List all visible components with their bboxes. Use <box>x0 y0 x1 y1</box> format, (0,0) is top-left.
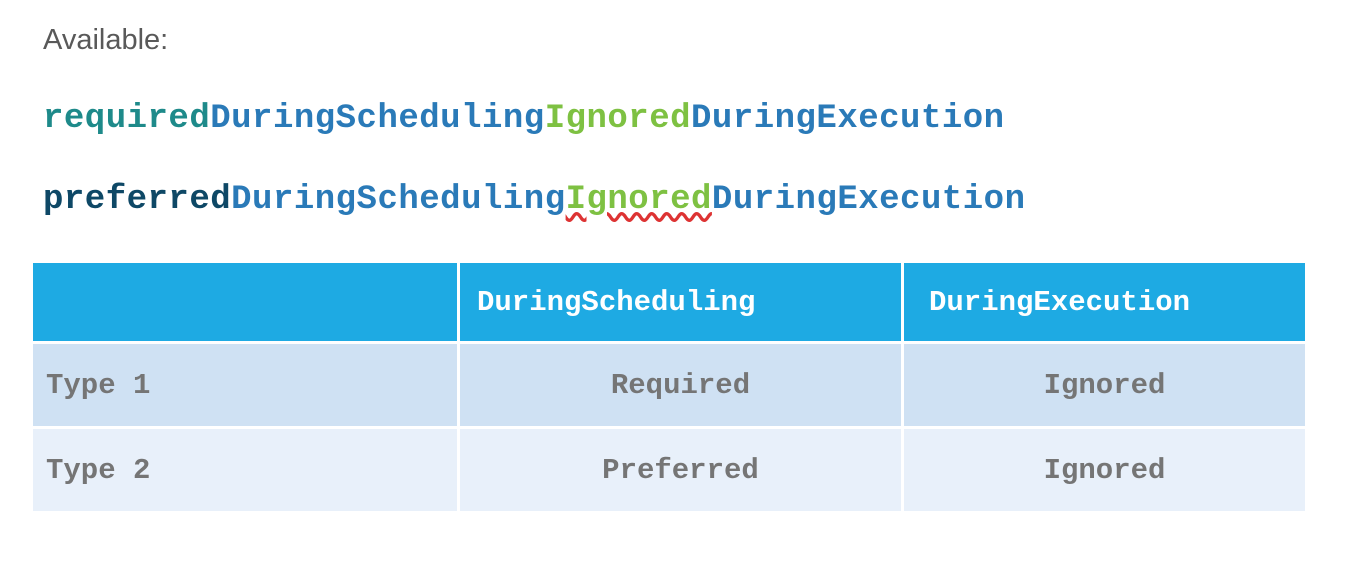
segment-during-execution: DuringExecution <box>711 181 1026 219</box>
table-row: Type 2 Preferred Ignored <box>30 426 1308 514</box>
row-label: Type 2 <box>30 426 460 514</box>
segment-required: required <box>43 100 211 138</box>
cell-during-scheduling: Required <box>457 341 904 429</box>
table-row: Type 1 Required Ignored <box>30 341 1308 429</box>
affinity-type-required: requiredDuringSchedulingIgnoredDuringExe… <box>43 100 1005 138</box>
segment-ignored: Ignored <box>565 181 712 219</box>
segment-ignored: Ignored <box>544 100 692 138</box>
cell-during-execution: Ignored <box>901 341 1308 429</box>
header-empty <box>30 260 460 344</box>
segment-during-scheduling: DuringScheduling <box>231 181 566 219</box>
comparison-table: DuringScheduling DuringExecution Type 1 … <box>30 260 1308 514</box>
segment-during-scheduling: DuringScheduling <box>210 100 545 138</box>
table-header-row: DuringScheduling DuringExecution <box>30 260 1308 344</box>
header-during-execution: DuringExecution <box>901 260 1308 344</box>
affinity-type-preferred: preferredDuringSchedulingIgnoredDuringEx… <box>43 181 1025 219</box>
cell-during-scheduling: Preferred <box>457 426 904 514</box>
cell-during-execution: Ignored <box>901 426 1308 514</box>
header-during-scheduling: DuringScheduling <box>457 260 904 344</box>
segment-preferred: preferred <box>43 181 232 219</box>
row-label: Type 1 <box>30 341 460 429</box>
segment-during-execution: DuringExecution <box>691 100 1005 138</box>
available-heading: Available: <box>43 24 169 56</box>
